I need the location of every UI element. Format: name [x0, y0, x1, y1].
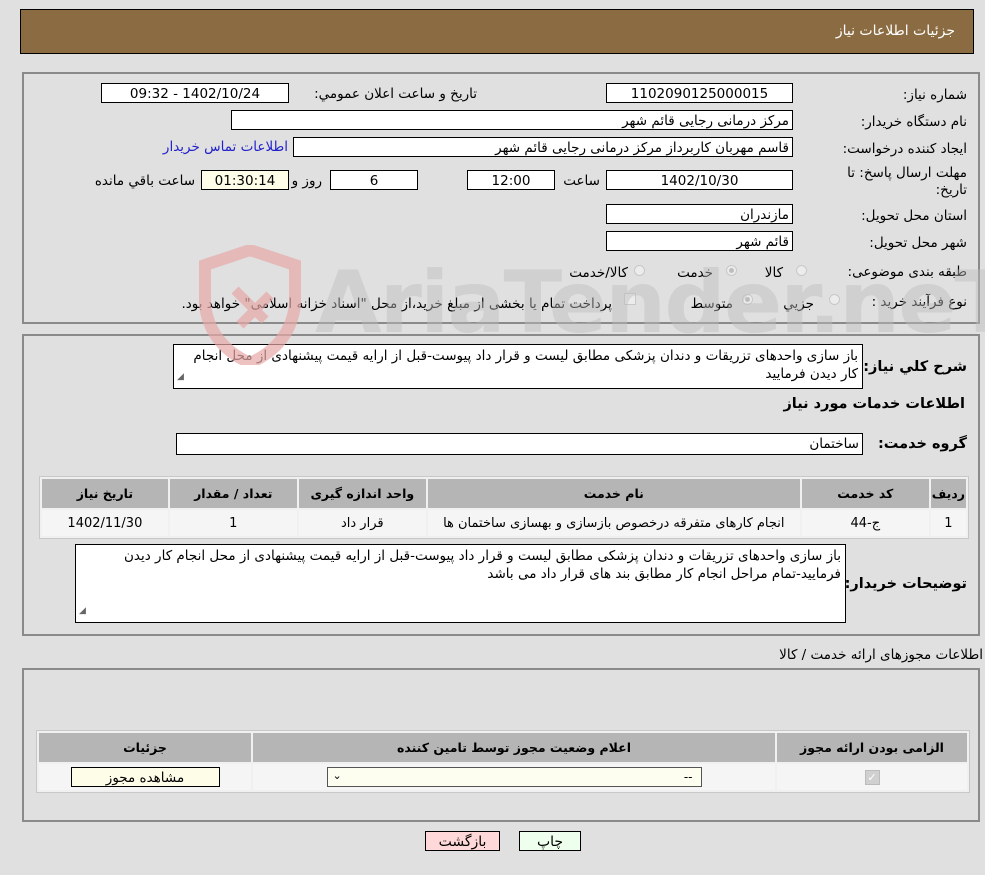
buyer-notes-label: توضیحات خریدار: — [844, 576, 967, 592]
buyer-contact-link[interactable]: اطلاعات تماس خریدار — [163, 139, 288, 155]
description-textarea[interactable]: باز سازی واحدهای تزریقات و دندان پزشکی م… — [173, 344, 863, 389]
deadline-date-field: 1402/10/30 — [606, 170, 793, 190]
buyer-notes-text: باز سازی واحدهای تزریقات و دندان پزشکی م… — [124, 548, 841, 582]
creator-field: قاسم مهربان کاربرداز مرکز درمانی رجایی ق… — [293, 137, 793, 157]
cell-row-number: 1 — [930, 510, 966, 536]
city-field: قائم شهر — [606, 231, 793, 251]
permit-status-value: -- — [683, 770, 693, 784]
announce-datetime-field: 1402/10/24 - 09:32 — [101, 83, 289, 103]
cell-quantity: 1 — [169, 510, 297, 536]
buyer-notes-textarea[interactable]: باز سازی واحدهای تزریقات و دندان پزشکی م… — [75, 544, 846, 623]
col-permit-status: اعلام وضعیت مجوز توسط تامین کننده — [253, 733, 775, 762]
announce-datetime-label: تاریخ و ساعت اعلان عمومي: — [314, 86, 477, 102]
province-field: مازندران — [606, 204, 793, 224]
cell-unit: قرار داد — [298, 510, 426, 536]
need-number-label: شماره نیاز: — [902, 87, 967, 103]
back-button[interactable]: بازگشت — [425, 831, 500, 851]
cell-permit-status: ⌄ -- — [253, 764, 775, 790]
process-radio-medium[interactable] — [742, 294, 753, 305]
col-permit-details: جزئیات — [39, 733, 251, 762]
col-unit: واحد اندازه گیری — [298, 479, 426, 508]
print-button[interactable]: چاپ — [519, 831, 581, 851]
deadline-label: مهلت ارسال پاسخ: تا — [847, 165, 967, 181]
resize-grip-icon[interactable]: ◢ — [177, 368, 184, 386]
need-number-field: 1102090125000015 — [606, 83, 793, 103]
permit-status-select[interactable]: ⌄ -- — [326, 767, 702, 787]
col-need-date: تاریخ نیاز — [42, 479, 168, 508]
deadline-time-field: 12:00 — [467, 170, 555, 190]
category-radio-service[interactable] — [726, 265, 737, 276]
remaining-time-label: ساعت باقي مانده — [94, 173, 195, 189]
category-radio-goods-service[interactable] — [634, 265, 645, 276]
col-row-number: ردیف — [930, 479, 966, 508]
city-label: شهر محل تحویل: — [869, 235, 967, 251]
view-permit-button[interactable]: مشاهده مجوز — [70, 767, 220, 787]
deadline-time-label: ساعت — [563, 173, 600, 189]
services-table-header: ردیف کد خدمت نام خدمت واحد اندازه گیری ت… — [42, 479, 966, 508]
remaining-days-field: 6 — [330, 170, 418, 190]
category-option-goods-service: کالا/خدمت — [569, 265, 628, 281]
col-service-name: نام خدمت — [427, 479, 800, 508]
permits-section-title: اطلاعات مجوزهای ارائه خدمت / کالا — [779, 647, 983, 663]
permits-table: الزامی بودن ارائه مجوز اعلام وضعیت مجوز … — [36, 730, 970, 793]
page-header: جزئیات اطلاعات نیاز — [20, 9, 974, 54]
permit-required-checkbox[interactable]: ✓ — [864, 769, 880, 785]
cell-service-code: ج-44 — [801, 510, 929, 536]
province-label: استان محل تحویل: — [861, 208, 967, 224]
creator-label: ایجاد کننده درخواست: — [842, 141, 967, 157]
process-option-minor: جزيي — [783, 296, 814, 312]
cell-permit-required: ✓ — [777, 764, 967, 790]
treasury-payment-checkbox[interactable] — [624, 293, 636, 305]
buyer-org-field: مرکز درمانی رجایی قائم شهر — [231, 110, 793, 130]
table-row: 1 ج-44 انجام کارهای متفرقه درخصوص بازساز… — [42, 510, 966, 536]
page-title: جزئیات اطلاعات نیاز — [835, 23, 955, 39]
category-option-goods: کالا — [764, 265, 783, 281]
process-type-label: نوع فرآیند خرید : — [871, 294, 967, 310]
category-option-service: خدمت — [677, 265, 713, 281]
process-radio-minor[interactable] — [829, 294, 840, 305]
description-label: شرح کلي نیاز: — [863, 359, 967, 375]
permits-table-header: الزامی بودن ارائه مجوز اعلام وضعیت مجوز … — [39, 733, 967, 762]
service-group-field: ساختمان — [176, 433, 863, 455]
process-option-medium: متوسط — [690, 296, 733, 312]
category-radio-goods[interactable] — [796, 265, 807, 276]
deadline-label-date: تاریخ: — [935, 182, 967, 198]
cell-permit-details: مشاهده مجوز — [39, 764, 251, 790]
service-group-label: گروه خدمت: — [877, 436, 967, 452]
col-service-code: کد خدمت — [801, 479, 929, 508]
col-permit-required: الزامی بودن ارائه مجوز — [777, 733, 967, 762]
chevron-down-icon: ⌄ — [332, 769, 342, 782]
remaining-days-label: روز و — [291, 173, 322, 189]
remaining-time-field: 01:30:14 — [201, 170, 289, 190]
category-label: طبقه بندی موضوعی: — [847, 264, 967, 280]
buyer-org-label: نام دستگاه خریدار: — [860, 114, 967, 130]
treasury-payment-note: پرداخت تمام یا بخشی از مبلغ خرید،از محل … — [181, 296, 612, 312]
cell-need-date: 1402/11/30 — [42, 510, 168, 536]
resize-grip-icon[interactable]: ◢ — [79, 602, 86, 620]
cell-service-name: انجام کارهای متفرقه درخصوص بازسازی و بهس… — [427, 510, 800, 536]
services-table: ردیف کد خدمت نام خدمت واحد اندازه گیری ت… — [39, 476, 969, 539]
table-row: ✓ ⌄ -- مشاهده مجوز — [39, 764, 967, 790]
services-section-title: اطلاعات خدمات مورد نیاز — [783, 396, 965, 412]
description-text: باز سازی واحدهای تزریقات و دندان پزشکی م… — [193, 348, 858, 382]
col-quantity: تعداد / مقدار — [169, 479, 297, 508]
